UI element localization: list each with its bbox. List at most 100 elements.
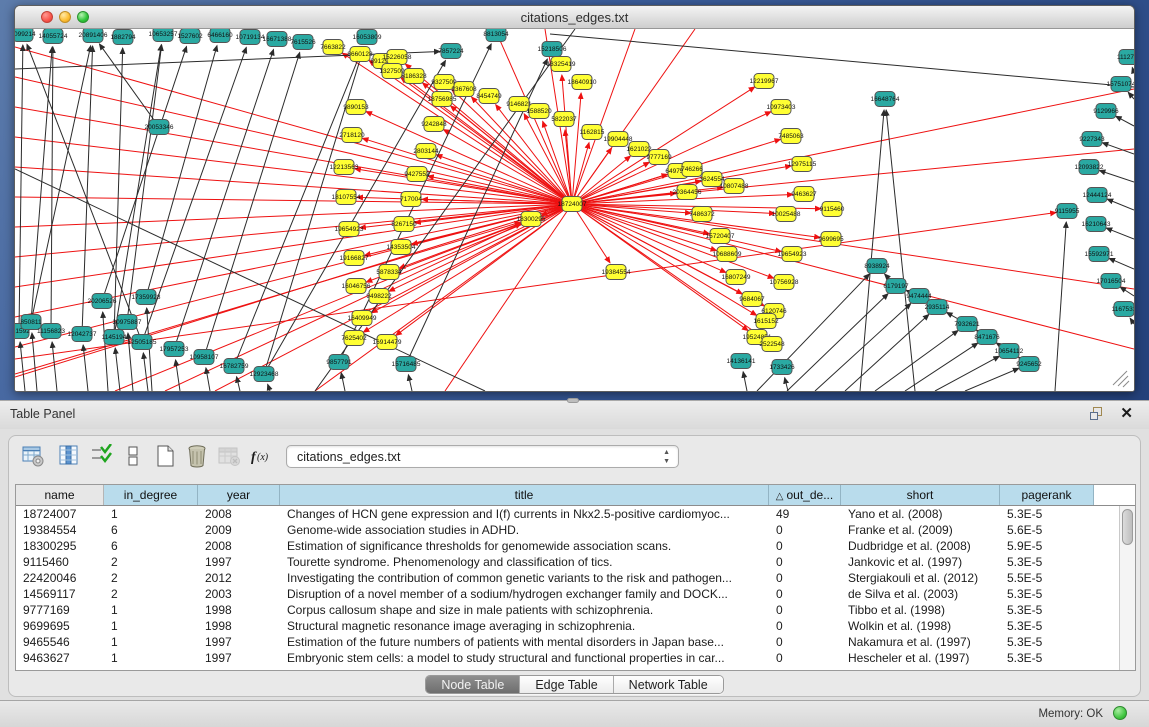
resize-grip-icon[interactable]	[1123, 381, 1129, 387]
graph-node[interactable]: 15226058	[383, 50, 412, 65]
table-scrollbar[interactable]	[1119, 506, 1135, 670]
graph-node[interactable]: 20053346	[145, 120, 174, 135]
table-row[interactable]: 1456911722003Disruption of a novel membe…	[16, 586, 1135, 602]
graph-node[interactable]: 9427552	[404, 167, 430, 182]
graph-node[interactable]: 12213563	[330, 160, 359, 175]
graph-node[interactable]: 9890153	[343, 100, 369, 115]
graph-node[interactable]: 14353504	[387, 240, 416, 255]
graph-node[interactable]: 2367608	[451, 82, 477, 97]
graph-node[interactable]: 17016504	[1097, 274, 1126, 289]
table-row[interactable]: 946362711997Embryonic stem cells: a mode…	[16, 650, 1135, 666]
graph-node[interactable]: 9699695	[818, 232, 844, 247]
graph-node[interactable]: 18107554	[332, 190, 361, 205]
graph-node[interactable]: 11156823	[37, 324, 65, 339]
graph-node[interactable]: 9129966	[1093, 104, 1119, 119]
table-row[interactable]: 1872400712008Changes of HCN gene express…	[16, 506, 1135, 522]
graph-node[interactable]: 12975115	[788, 157, 817, 172]
graph-node[interactable]: 1733426	[769, 360, 795, 375]
graph-node[interactable]: 9684067	[739, 292, 765, 307]
column-visibility-button[interactable]	[57, 444, 83, 470]
table-row[interactable]: 946554611997Estimation of the future num…	[16, 634, 1135, 650]
graph-node[interactable]: 8454749	[476, 89, 502, 104]
graph-node[interactable]: 717004	[400, 192, 422, 207]
resize-grip-icon[interactable]	[1118, 376, 1128, 386]
graph-node[interactable]: 10653257	[149, 29, 178, 42]
graph-node[interactable]: 13325419	[547, 57, 576, 72]
graph-node[interactable]: 19384554	[602, 265, 631, 280]
graph-node[interactable]: 12042737	[68, 327, 97, 342]
graph-node[interactable]: 2522548	[759, 337, 785, 352]
tab-edge-table[interactable]: Edge Table	[520, 676, 613, 693]
graph-node[interactable]: 9857791	[326, 355, 352, 370]
graph-node[interactable]: 20364456	[673, 185, 702, 200]
graph-node[interactable]: 8660128	[347, 47, 373, 62]
column-header-title[interactable]: title	[280, 485, 769, 505]
graph-node[interactable]: 9463627	[791, 187, 817, 202]
graph-node[interactable]: 16053809	[353, 30, 382, 45]
graph-node[interactable]: 7485063	[778, 129, 804, 144]
graph-node[interactable]: 8186328	[401, 69, 427, 84]
graph-node[interactable]: 8267150	[391, 217, 417, 232]
column-layout-button[interactable]	[121, 444, 147, 470]
graph-node[interactable]: 19904448	[604, 132, 633, 147]
graph-node[interactable]: 1615152	[753, 314, 779, 329]
graph-node[interactable]: 10973403	[767, 100, 796, 115]
graph-node[interactable]: 2803144	[413, 144, 439, 159]
window-titlebar[interactable]: citations_edges.txt	[15, 6, 1134, 29]
graph-node[interactable]: 15218506	[538, 42, 567, 57]
graph-node[interactable]: 9115460	[820, 202, 845, 217]
network-canvas[interactable]: 2099214140557242089140618827941065325715…	[15, 29, 1134, 391]
column-header-name[interactable]: name	[16, 485, 104, 505]
graph-node[interactable]: 18640910	[568, 75, 597, 90]
graph-node[interactable]: 9227343	[1079, 132, 1105, 147]
graph-node[interactable]: 5822037	[551, 112, 577, 127]
table-row[interactable]: 969969511998Structural magnetic resonanc…	[16, 618, 1135, 634]
graph-node[interactable]: 1527602	[177, 29, 203, 44]
graph-node[interactable]: 12444124	[1083, 188, 1112, 203]
table-selector-dropdown[interactable]: citations_edges.txt▲▼	[286, 445, 679, 468]
column-header-year[interactable]: year	[198, 485, 280, 505]
graph-node[interactable]: 8813054	[483, 29, 509, 42]
graph-node[interactable]: 10719134	[236, 30, 265, 45]
graph-node[interactable]: 7615526	[290, 35, 316, 50]
scrollbar-thumb[interactable]	[1122, 509, 1133, 545]
graph-node[interactable]: 7857224	[438, 44, 464, 59]
graph-node[interactable]: 15720407	[706, 229, 735, 244]
graph-node[interactable]: 9777169	[646, 150, 672, 165]
graph-node[interactable]: 1167531	[1112, 302, 1134, 317]
row-selection-button[interactable]	[89, 444, 115, 470]
graph-node[interactable]: 7625402	[341, 331, 367, 346]
graph-node[interactable]: 1112755	[1117, 50, 1134, 65]
graph-node[interactable]: 6179197	[883, 279, 909, 294]
graph-node[interactable]: 10654112	[995, 344, 1024, 359]
graph-node[interactable]: 10958107	[190, 350, 219, 365]
graph-node[interactable]: 18756985	[428, 92, 457, 107]
graph-node[interactable]: 16648764	[871, 92, 900, 107]
graph-node[interactable]: 16914479	[373, 335, 402, 350]
graph-node[interactable]: 8938924	[864, 259, 890, 274]
graph-node[interactable]: 10756928	[770, 275, 799, 290]
graph-node[interactable]: 20891406	[79, 29, 108, 43]
function-builder-button[interactable]: f(x)	[249, 444, 275, 470]
graph-node[interactable]: 12505185	[128, 335, 157, 350]
column-header-short[interactable]: short	[841, 485, 1000, 505]
delete-table-button[interactable]	[217, 444, 243, 470]
graph-node[interactable]: 12219967	[750, 74, 779, 89]
graph-node[interactable]: 16671388	[263, 32, 292, 47]
graph-node[interactable]: 1588520	[526, 104, 552, 119]
close-panel-icon[interactable]: ✕	[1120, 405, 1133, 422]
graph-node[interactable]: 17957253	[160, 342, 189, 357]
delete-button[interactable]	[185, 444, 211, 470]
graph-node[interactable]: 8471676	[974, 330, 1000, 345]
graph-node[interactable]: 2099214	[15, 29, 36, 42]
graph-node[interactable]: 7932621	[954, 317, 980, 332]
table-row[interactable]: 977716911998Corpus callosum shape and si…	[16, 602, 1135, 618]
graph-node[interactable]: 1162815	[580, 125, 605, 140]
table-row[interactable]: 1938455462009Genome-wide association stu…	[16, 522, 1135, 538]
new-file-button[interactable]	[153, 444, 179, 470]
graph-node[interactable]: 1145194	[102, 330, 127, 345]
graph-node[interactable]: 9245652	[1016, 357, 1042, 372]
graph-node[interactable]: 16210643	[1082, 217, 1111, 232]
graph-node[interactable]: 9498222	[366, 289, 392, 304]
graph-node[interactable]: 10807488	[720, 179, 749, 194]
